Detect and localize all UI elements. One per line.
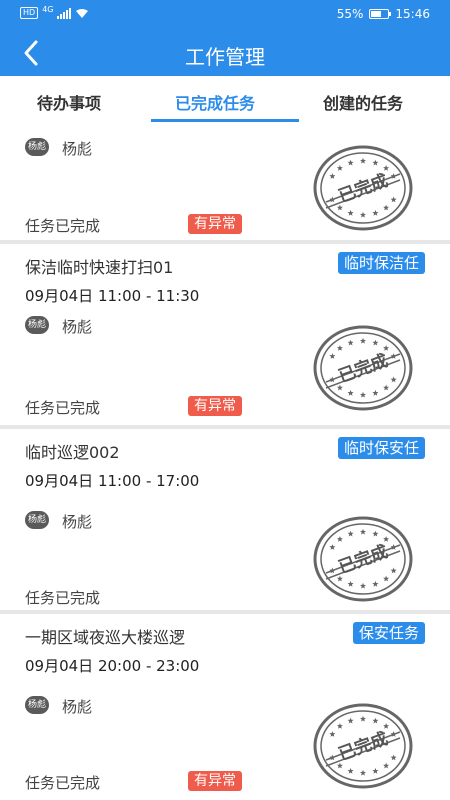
- assignee-name: 杨彪: [62, 318, 93, 336]
- task-title: 临时巡逻002: [25, 443, 120, 462]
- task-status: 任务已完成: [25, 774, 101, 792]
- task-status: 任务已完成: [25, 217, 101, 235]
- task-time: 09月04日 20:00 - 23:00: [25, 657, 200, 675]
- task-card[interactable]: 一期区域夜巡大楼巡逻 保安任务 09月04日 20:00 - 23:00 杨彪 …: [0, 614, 450, 800]
- task-list: 杨彪 杨彪 任务已完成 有异常 已完成 保洁临时快速打扫01 临时保洁任 09月…: [0, 126, 450, 800]
- completed-stamp: 已完成: [313, 703, 413, 789]
- task-card[interactable]: 保洁临时快速打扫01 临时保洁任 09月04日 11:00 - 11:30 杨彪…: [0, 244, 450, 429]
- status-bar: HD 4G 55% 15:46: [0, 0, 450, 30]
- tab-created[interactable]: 创建的任务: [323, 90, 403, 114]
- avatar: 杨彪: [25, 696, 49, 714]
- abnormal-badge: 有异常: [188, 214, 242, 234]
- wifi-icon: [76, 8, 89, 18]
- stamp-text: 已完成: [336, 541, 391, 578]
- tab-todo[interactable]: 待办事项: [37, 90, 101, 114]
- stamp-text: 已完成: [336, 728, 391, 765]
- stamp-text: 已完成: [336, 350, 391, 387]
- clock: 15:46: [395, 7, 430, 21]
- task-type-badge: 临时保安任: [337, 437, 425, 459]
- task-type-badge: 保安任务: [352, 622, 425, 644]
- task-card[interactable]: 临时巡逻002 临时保安任 09月04日 11:00 - 17:00 杨彪 杨彪…: [0, 429, 450, 614]
- task-card[interactable]: 杨彪 杨彪 任务已完成 有异常 已完成: [0, 126, 450, 244]
- task-type-badge: 临时保洁任: [337, 252, 425, 274]
- network-type: 4G: [42, 4, 54, 14]
- tab-completed[interactable]: 已完成任务: [175, 90, 255, 114]
- abnormal-badge: 有异常: [188, 396, 242, 416]
- task-time: 09月04日 11:00 - 17:00: [25, 472, 200, 490]
- completed-stamp: 已完成: [313, 145, 413, 231]
- task-status: 任务已完成: [25, 589, 101, 607]
- app-header: 工作管理: [0, 30, 450, 76]
- assignee-name: 杨彪: [62, 513, 93, 531]
- completed-stamp: 已完成: [313, 516, 413, 602]
- task-status: 任务已完成: [25, 399, 101, 417]
- page-title: 工作管理: [185, 45, 265, 69]
- battery-percent: 55%: [336, 7, 364, 21]
- stamp-text: 已完成: [336, 170, 391, 207]
- assignee-name: 杨彪: [62, 698, 93, 716]
- assignee-name: 杨彪: [62, 140, 93, 158]
- task-time: 09月04日 11:00 - 11:30: [25, 287, 200, 305]
- completed-stamp: 已完成: [313, 325, 413, 411]
- signal-icon: [57, 7, 72, 19]
- battery-icon: [369, 9, 392, 19]
- hd-indicator: HD: [20, 7, 39, 19]
- abnormal-badge: 有异常: [188, 771, 242, 791]
- task-title: 一期区域夜巡大楼巡逻: [25, 628, 186, 647]
- avatar: 杨彪: [25, 511, 49, 529]
- avatar: 杨彪: [25, 138, 49, 156]
- task-title: 保洁临时快速打扫01: [25, 258, 174, 277]
- avatar: 杨彪: [25, 316, 49, 334]
- active-tab-indicator: [151, 119, 299, 122]
